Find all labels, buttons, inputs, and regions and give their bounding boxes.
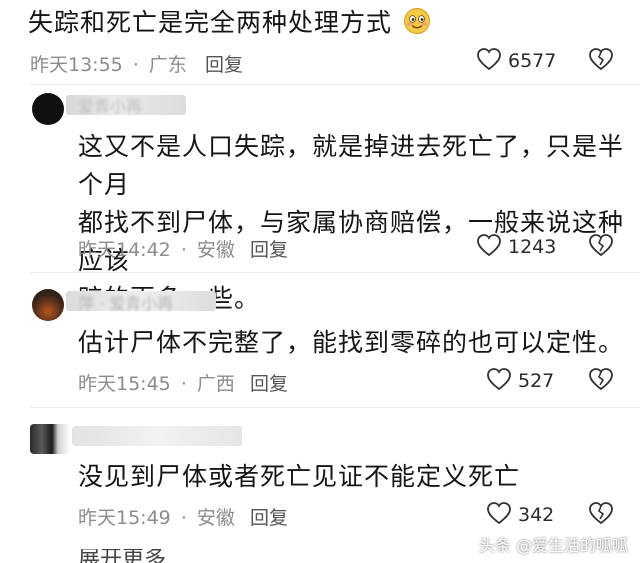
like-count: 1243: [508, 236, 557, 258]
author-name-partial: 爱青小再: [78, 93, 142, 117]
divider: [30, 407, 640, 408]
like-button[interactable]: 342: [486, 501, 554, 529]
heart-icon: [486, 367, 512, 395]
reply-line: 没见到尸体或者死亡见证不能定义死亡: [78, 462, 521, 491]
divider: [30, 84, 640, 85]
reply-text: 没见到尸体或者死亡见证不能定义死亡: [78, 458, 520, 496]
reply-line: 这又不是人口失踪，就是掉进去死亡了，只是半个月: [78, 132, 625, 199]
heart-icon: [486, 501, 512, 529]
meta-separator: ·: [180, 373, 187, 395]
like-button[interactable]: 1243: [476, 233, 556, 261]
reply-meta: 昨天15:45 · 广西: [78, 369, 235, 396]
reply-label: 回复: [250, 507, 289, 529]
avatar[interactable]: [32, 289, 64, 321]
like-count: 527: [518, 370, 555, 392]
reply-button[interactable]: 回复: [250, 503, 288, 530]
reply-meta: 昨天14:42 · 安徽: [78, 235, 235, 262]
dislike-button[interactable]: [588, 367, 614, 395]
reply-button[interactable]: 回复: [205, 50, 243, 77]
author-name: 爱青小再: [78, 97, 143, 116]
reply-time: 昨天15:49: [78, 507, 171, 529]
dislike-button[interactable]: [588, 233, 614, 261]
reply-label: 回复: [205, 54, 244, 76]
author-name-blurred[interactable]: [72, 426, 242, 446]
heart-icon: [476, 233, 502, 261]
meta-separator: ·: [180, 239, 187, 261]
reply-time: 昨天14:42: [78, 239, 171, 261]
comment-text: 失踪和死亡是完全两种处理方式: [28, 8, 393, 37]
reply-location: 广西: [196, 373, 235, 395]
like-button[interactable]: 527: [486, 367, 554, 395]
reply-line: 估计尸体不完整了，能找到零碎的也可以定性。: [78, 328, 625, 357]
reply-label: 回复: [250, 239, 289, 261]
top-comment-meta: 昨天13:55 · 广东: [30, 50, 187, 77]
like-count: 342: [518, 504, 555, 526]
reply-button[interactable]: 回复: [250, 235, 288, 262]
author-name: 萍 · 爱青小再: [78, 294, 174, 313]
broken-heart-icon: [588, 367, 614, 395]
watermark-text: 头条 @爱生活的呱呱: [478, 536, 628, 555]
smile-emoji-icon: [403, 7, 431, 46]
broken-heart-icon: [588, 47, 614, 75]
divider: [30, 272, 640, 273]
meta-separator: ·: [132, 54, 139, 76]
heart-icon: [476, 47, 502, 75]
reply-meta: 昨天15:49 · 安徽: [78, 503, 235, 530]
broken-heart-icon: [588, 233, 614, 261]
reply-location: 安徽: [196, 239, 235, 261]
reply-location: 安徽: [196, 507, 235, 529]
meta-separator: ·: [180, 507, 187, 529]
author-name-partial: 萍 · 爱青小再: [78, 290, 173, 314]
dislike-button[interactable]: [588, 501, 614, 529]
like-button[interactable]: 6577: [476, 47, 556, 75]
comment-time: 昨天13:55: [30, 54, 123, 76]
avatar[interactable]: [30, 424, 70, 454]
reply-button[interactable]: 回复: [250, 369, 288, 396]
reply-label: 回复: [250, 373, 289, 395]
dislike-button[interactable]: [588, 47, 614, 75]
comment-location: 广东: [148, 54, 187, 76]
watermark: 头条 @爱生活的呱呱: [479, 532, 628, 556]
top-comment-text: 失踪和死亡是完全两种处理方式: [28, 4, 431, 46]
avatar[interactable]: [32, 93, 64, 125]
expand-more-link[interactable]: 展开更多: [78, 549, 166, 563]
like-count: 6577: [508, 50, 557, 72]
reply-text: 估计尸体不完整了，能找到零碎的也可以定性。: [78, 324, 624, 362]
broken-heart-icon: [588, 501, 614, 529]
expand-more-label: 展开更多: [78, 549, 167, 563]
reply-time: 昨天15:45: [78, 373, 171, 395]
